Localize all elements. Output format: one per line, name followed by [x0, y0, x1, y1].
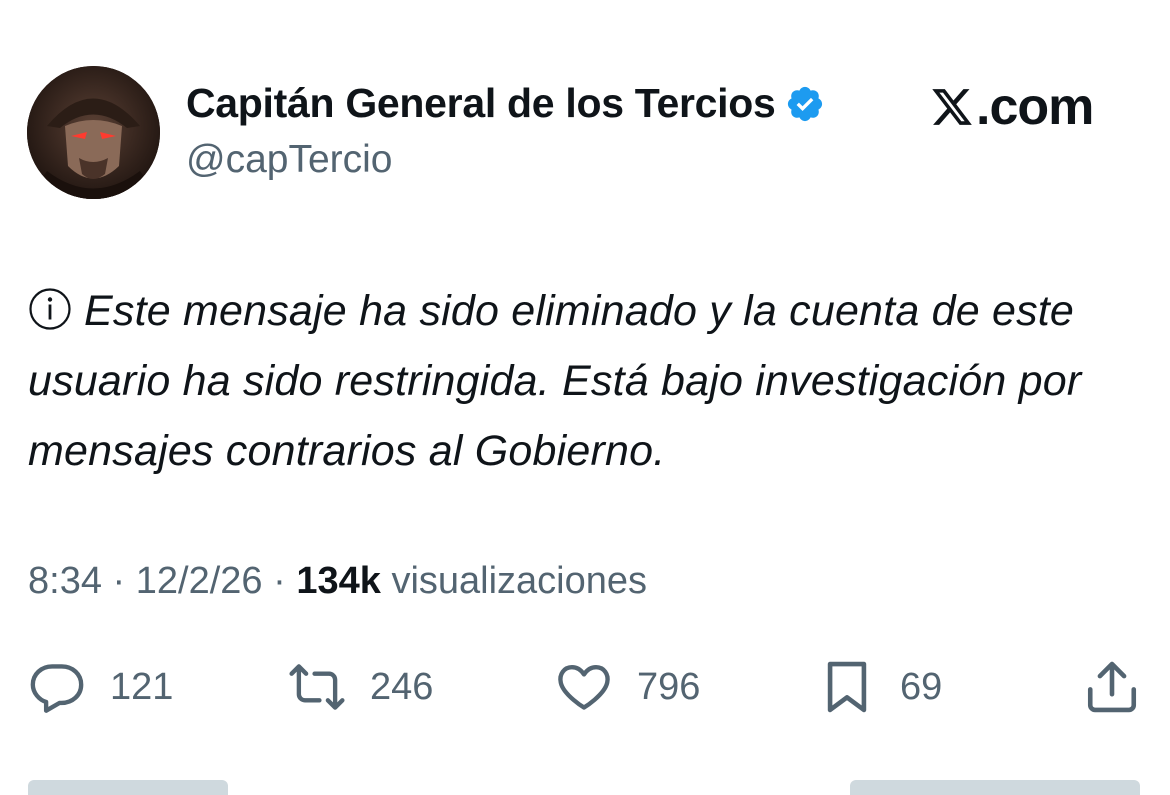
verified-badge-icon[interactable]: [785, 84, 825, 124]
heart-icon: [558, 665, 610, 710]
share-button[interactable]: [1083, 657, 1141, 717]
post-text-container: Este mensaje ha sido eliminado y la cuen…: [28, 276, 1138, 486]
info-circle-icon: [29, 288, 71, 330]
x-com-logo: .com: [930, 78, 1094, 136]
reply-bubble-icon: [30, 664, 84, 713]
post-meta: 8:34 · 12/2/26 · 134k visualizaciones: [28, 560, 647, 603]
post-text: Este mensaje ha sido eliminado y la cuen…: [28, 287, 1082, 475]
bookmark-icon: [827, 661, 867, 713]
meta-separator: ·: [273, 560, 286, 602]
bookmark-button[interactable]: 69: [818, 657, 942, 717]
views-count[interactable]: 134k: [296, 560, 381, 602]
cutoff-divider: [850, 780, 1140, 795]
author-handle[interactable]: @capTercio: [186, 138, 393, 182]
author-display-name[interactable]: Capitán General de los Tercios: [186, 80, 776, 127]
repost-icon: [289, 664, 345, 710]
reply-count: 121: [110, 665, 174, 708]
avatar[interactable]: [27, 66, 160, 199]
like-count: 796: [637, 665, 701, 708]
bookmark-count: 69: [900, 665, 943, 708]
x-logo-icon: [932, 89, 972, 125]
repost-count: 246: [370, 665, 434, 708]
post-time[interactable]: 8:34: [28, 560, 102, 602]
reply-button[interactable]: 121: [28, 657, 173, 717]
cutoff-divider: [28, 780, 228, 795]
like-button[interactable]: 796: [555, 657, 700, 717]
views-label[interactable]: visualizaciones: [391, 560, 647, 602]
meta-separator: ·: [112, 560, 126, 602]
hooded-figure-icon: [27, 66, 160, 199]
repost-button[interactable]: 246: [288, 657, 433, 717]
author-display-name-row[interactable]: Capitán General de los Tercios: [186, 80, 825, 127]
share-upload-icon: [1087, 661, 1137, 713]
post-date[interactable]: 12/2/26: [136, 560, 263, 602]
logo-domain-text: .com: [976, 78, 1094, 136]
